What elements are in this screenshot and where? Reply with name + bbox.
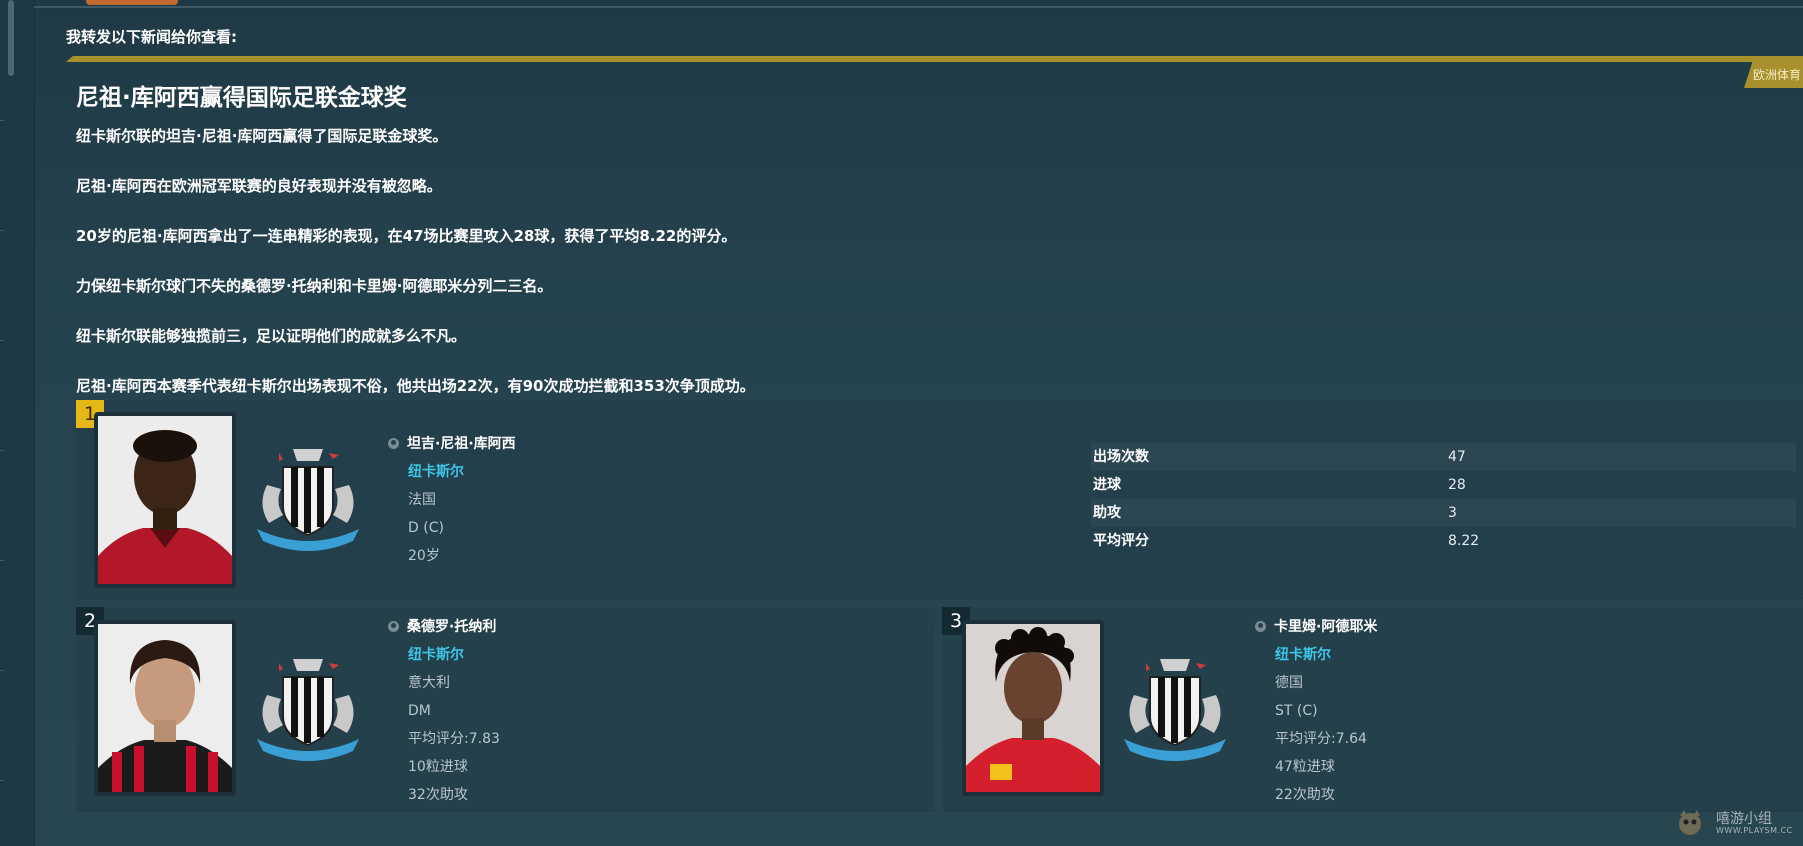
player-club-link[interactable]: 纽卡斯尔 <box>408 647 464 663</box>
watermark-url: WWW.PLAYSM.CC <box>1716 826 1793 835</box>
player-nationality: 德国 <box>1275 675 1303 691</box>
stat-row: 出场次数 47 <box>1091 443 1796 471</box>
news-screen: 我转发以下新闻给你查看: 欧洲体育 尼祖·库阿西赢得国际足联金球奖 纽卡斯尔联的… <box>0 0 1803 846</box>
top-divider <box>34 0 1803 8</box>
stat-row: 助攻 3 <box>1091 499 1796 527</box>
watermark-text: 嘻游小组 <box>1716 811 1772 827</box>
player-assists: 32次助攻 <box>408 787 468 803</box>
news-paragraph: 纽卡斯尔联能够独揽前三，足以证明他们的成就多么不凡。 <box>76 327 467 345</box>
left-scroll-rail <box>0 0 35 846</box>
player-position: DM <box>408 703 431 719</box>
source-badge: 欧洲体育 <box>1744 62 1803 88</box>
person-icon <box>388 621 399 632</box>
runner-up-name-row[interactable]: 桑德罗·托纳利 <box>388 613 500 641</box>
player-club-link[interactable]: 纽卡斯尔 <box>408 464 464 480</box>
player-name[interactable]: 卡里姆·阿德耶米 <box>1274 619 1377 635</box>
club-crest[interactable] <box>253 655 363 765</box>
player-nationality: 法国 <box>408 492 436 508</box>
stat-value: 47 <box>1448 449 1466 465</box>
club-crest[interactable] <box>1120 655 1230 765</box>
stat-label: 出场次数 <box>1093 449 1149 465</box>
stat-row: 平均评分 8.22 <box>1091 527 1796 555</box>
runner-up-name-row[interactable]: 卡里姆·阿德耶米 <box>1255 613 1377 641</box>
intro-text: 我转发以下新闻给你查看: <box>66 28 237 46</box>
news-paragraph: 尼祖·库阿西本赛季代表纽卡斯尔出场表现不俗，他共出场22次，有90次成功拦截和3… <box>76 377 755 395</box>
stat-label: 助攻 <box>1093 505 1121 521</box>
sender-avatar[interactable] <box>86 0 178 5</box>
runner-up-photo[interactable] <box>962 620 1104 796</box>
stat-row: 进球 28 <box>1091 471 1796 499</box>
winner-photo[interactable] <box>94 412 236 588</box>
club-crest[interactable] <box>253 445 363 555</box>
player-nationality: 意大利 <box>408 675 450 691</box>
player-assists: 22次助攻 <box>1275 787 1335 803</box>
player-goals: 10粒进球 <box>408 759 468 775</box>
news-title: 尼祖·库阿西赢得国际足联金球奖 <box>76 85 407 111</box>
news-paragraph: 尼祖·库阿西在欧洲冠军联赛的良好表现并没有被忽略。 <box>76 177 442 195</box>
player-age: 20岁 <box>408 548 440 564</box>
news-paragraph: 20岁的尼祖·库阿西拿出了一连串精彩的表现，在47场比赛里攻入28球，获得了平均… <box>76 227 737 245</box>
runner-up-info: 卡里姆·阿德耶米 纽卡斯尔 德国 ST (C) 平均评分:7.64 47粒进球 … <box>1255 613 1377 809</box>
stat-value: 28 <box>1448 477 1466 493</box>
winner-stats-table: 出场次数 47 进球 28 助攻 3 平均评分 8.22 <box>1091 443 1796 555</box>
watermark-logo-icon <box>1679 810 1701 835</box>
winner-info: 坦吉·尼祖·库阿西 纽卡斯尔 法国 D (C) 20岁 <box>388 430 516 570</box>
player-goals: 47粒进球 <box>1275 759 1335 775</box>
runner-up-info: 桑德罗·托纳利 纽卡斯尔 意大利 DM 平均评分:7.83 10粒进球 32次助… <box>388 613 500 809</box>
headline-accent-bar <box>66 56 1803 62</box>
runner-up-photo[interactable] <box>94 620 236 796</box>
player-name[interactable]: 桑德罗·托纳利 <box>407 619 496 635</box>
news-paragraph: 纽卡斯尔联的坦吉·尼祖·库阿西赢得了国际足联金球奖。 <box>76 127 448 145</box>
player-position: D (C) <box>408 520 444 536</box>
winner-name-row[interactable]: 坦吉·尼祖·库阿西 <box>388 430 516 458</box>
player-position: ST (C) <box>1275 703 1318 719</box>
news-paragraph: 力保纽卡斯尔球门不失的桑德罗·托纳利和卡里姆·阿德耶米分列二三名。 <box>76 277 553 295</box>
site-watermark: 嘻游小组 WWW.PLAYSM.CC <box>1672 806 1800 840</box>
stat-label: 平均评分 <box>1093 533 1149 549</box>
player-name[interactable]: 坦吉·尼祖·库阿西 <box>407 436 516 452</box>
person-icon <box>1255 621 1266 632</box>
stat-label: 进球 <box>1093 477 1121 493</box>
scrollbar-thumb[interactable] <box>8 0 14 76</box>
player-club-link[interactable]: 纽卡斯尔 <box>1275 647 1331 663</box>
stat-value: 8.22 <box>1448 533 1480 549</box>
player-rating: 平均评分:7.83 <box>408 731 500 747</box>
player-rating: 平均评分:7.64 <box>1275 731 1367 747</box>
person-icon <box>388 438 399 449</box>
stat-value: 3 <box>1448 505 1457 521</box>
